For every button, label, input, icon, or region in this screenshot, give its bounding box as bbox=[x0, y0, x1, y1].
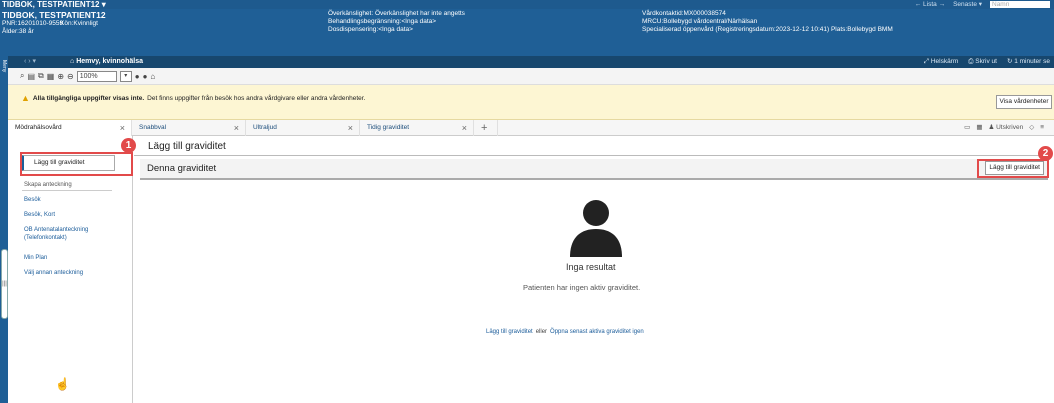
fullscreen-button[interactable]: ⤢ Helskärm bbox=[924, 56, 958, 68]
create-note-heading: Skapa anteckning bbox=[24, 182, 72, 188]
binoculars-icon[interactable]: ⌕ bbox=[20, 71, 24, 81]
page-title: Lägg till graviditet bbox=[148, 141, 226, 152]
empty-state-actions: Lägg till graviditet eller Öppna senast … bbox=[486, 329, 644, 335]
print-button[interactable]: ⎙ Skriv ut bbox=[968, 56, 997, 68]
care-type: Specialiserad öppenvård (Registreringsda… bbox=[642, 26, 893, 33]
hand-cursor-icon: ☝ bbox=[55, 377, 70, 391]
title-divider bbox=[134, 155, 1050, 156]
back-forward-arrows[interactable]: ‹ › ▾ bbox=[24, 56, 36, 68]
sidebar-link-besok-kort[interactable]: Besök, Kort bbox=[24, 211, 55, 219]
sidebar-link-ob-antenatal[interactable]: OB Antenatalanteckning (Telefonkontakt) bbox=[24, 226, 119, 242]
close-icon[interactable]: × bbox=[348, 120, 353, 136]
highlight-box-2 bbox=[977, 159, 1049, 178]
nav-actions: ⤢ Helskärm ⎙ Skriv ut ↻ 1 minuter se bbox=[924, 56, 1050, 68]
title-bar-controls: ← Lista → Senaste ▾ Namn bbox=[915, 0, 1050, 9]
zoom-select[interactable]: 100% bbox=[76, 70, 117, 82]
tab-tidig-graviditet[interactable]: Tidig graviditet × bbox=[360, 120, 474, 136]
close-icon[interactable]: × bbox=[234, 120, 239, 136]
zoom-dropdown-icon[interactable]: ▾ bbox=[119, 70, 132, 82]
window-title: TIDBOK, TESTPATIENT12 bbox=[2, 0, 100, 9]
page-icon[interactable]: ▤ bbox=[27, 72, 35, 81]
navigation-bar: ‹ › ▾ ⌂ Hemvy, kvinnohälsa ⤢ Helskärm ⎙ … bbox=[0, 56, 1054, 68]
warning-icon: ▲ bbox=[21, 93, 30, 103]
list-nav[interactable]: ← Lista → bbox=[915, 0, 945, 9]
show-care-units-button[interactable]: Visa vårdenheter bbox=[996, 95, 1052, 109]
circle-icon[interactable]: ● bbox=[143, 72, 148, 81]
fullscreen-icon: ⤢ bbox=[923, 58, 931, 65]
warning-bold: Alla tillgängliga uppgifter visas inte. bbox=[32, 94, 145, 102]
latest-menu[interactable]: Senaste ▾ bbox=[953, 0, 982, 9]
close-icon[interactable]: × bbox=[462, 120, 467, 136]
add-pregnancy-link[interactable]: Lägg till graviditet bbox=[486, 329, 533, 335]
user-icon: ♟ bbox=[988, 124, 997, 131]
tab-modrahalsovard[interactable]: Mödrahälsovård × bbox=[8, 120, 132, 136]
empty-state-text: Patienten har ingen aktiv graviditet. bbox=[523, 283, 641, 292]
record-icon[interactable]: ● bbox=[135, 72, 140, 81]
side-menu-strip[interactable]: Meny ||| bbox=[0, 56, 8, 403]
warning-text: Det finns uppgifter från besök hos andra… bbox=[147, 94, 366, 102]
patient-name: TIDBOK, TESTPATIENT12 bbox=[2, 10, 106, 20]
panel-toggle-handle[interactable]: ||| bbox=[1, 249, 8, 319]
allergy-info[interactable]: Överkänslighet: Överkänslighet har inte … bbox=[328, 10, 465, 18]
tab-bar: Mödrahälsovård × Snabbval × Ultraljud × Tid… bbox=[8, 120, 1054, 136]
sidebar-link-min-plan[interactable]: Min Plan bbox=[24, 254, 47, 262]
patient-header: TIDBOK, TESTPATIENT12 PNR:16201010-9559 … bbox=[0, 9, 1054, 56]
printed-status[interactable]: ♟ Utskriven bbox=[988, 120, 1023, 136]
sidebar-link-other-note[interactable]: Välj annan anteckning bbox=[24, 269, 83, 277]
home-tool-icon[interactable]: ⌂ bbox=[150, 72, 155, 81]
zoom-in-icon[interactable]: ⊕ bbox=[57, 72, 64, 81]
add-tab-button[interactable]: + bbox=[474, 120, 498, 136]
tab-snabbval[interactable]: Snabbval × bbox=[132, 120, 246, 136]
layout-icon[interactable]: ▭ bbox=[964, 120, 970, 136]
menu-label: Meny bbox=[1, 60, 7, 73]
step-badge-1: 1 bbox=[121, 138, 136, 153]
treatment-limit-info: Behandlingsbegränsning:<Inga data> bbox=[328, 18, 437, 25]
patient-age: Ålder:38 år bbox=[2, 28, 34, 35]
step-badge-2: 2 bbox=[1038, 146, 1053, 161]
tab-actions: ▭ ▦ ♟ Utskriven ◇ ≡ bbox=[964, 120, 1044, 136]
copy-icon[interactable]: ⧉ bbox=[38, 71, 44, 81]
sidebar-link-besok[interactable]: Besök bbox=[24, 196, 41, 204]
tag-icon[interactable]: ◇ bbox=[1029, 120, 1034, 136]
window-title-bar: TIDBOK, TESTPATIENT12 ▾ ← Lista → Senast… bbox=[0, 0, 1054, 9]
section-title: Denna graviditet bbox=[147, 163, 217, 174]
or-text: eller bbox=[535, 329, 548, 335]
document-toolbar: ⌕ ▤ ⧉ ▦ ⊕ ⊖ 100% ▾ ● ● ⌂ bbox=[8, 68, 1054, 85]
care-unit: MRCU:Bollebygd vårdcentral/Närhälsan bbox=[642, 18, 758, 25]
tab-ultraljud[interactable]: Ultraljud × bbox=[246, 120, 360, 136]
patient-gender: Kön:Kvinnligt bbox=[60, 20, 98, 27]
dropdown-icon[interactable]: ▾ bbox=[102, 0, 106, 9]
dose-dispensing-info: Dosdispensering:<Inga data> bbox=[328, 26, 413, 33]
reopen-pregnancy-link[interactable]: Öppna senast aktiva graviditet igen bbox=[550, 329, 644, 335]
close-icon[interactable]: × bbox=[120, 120, 125, 136]
warning-banner: ▲ Alla tillgängliga uppgifter visas inte… bbox=[8, 85, 1054, 120]
paste-icon[interactable]: ▦ bbox=[47, 72, 55, 81]
highlight-box-1 bbox=[20, 152, 133, 176]
empty-state-title: Inga resultat bbox=[566, 262, 616, 272]
person-icon bbox=[570, 200, 622, 257]
warning-message: ▲ Alla tillgängliga uppgifter visas inte… bbox=[21, 93, 365, 103]
patient-pnr: PNR:16201010-9559 bbox=[2, 20, 64, 27]
zoom-out-icon[interactable]: ⊖ bbox=[67, 72, 74, 81]
patient-search-input[interactable]: Namn bbox=[990, 1, 1050, 8]
menu-icon[interactable]: ≡ bbox=[1040, 120, 1044, 136]
grid-icon[interactable]: ▦ bbox=[976, 120, 982, 136]
section-header: Denna graviditet Lägg till graviditet bbox=[140, 159, 1048, 180]
home-view-link[interactable]: ⌂ Hemvy, kvinnohälsa bbox=[70, 56, 143, 68]
divider bbox=[22, 190, 112, 191]
care-contact-id: Vårdkontaktid:MX000038574 bbox=[642, 10, 726, 17]
refresh-button[interactable]: ↻ 1 minuter se bbox=[1007, 56, 1050, 68]
